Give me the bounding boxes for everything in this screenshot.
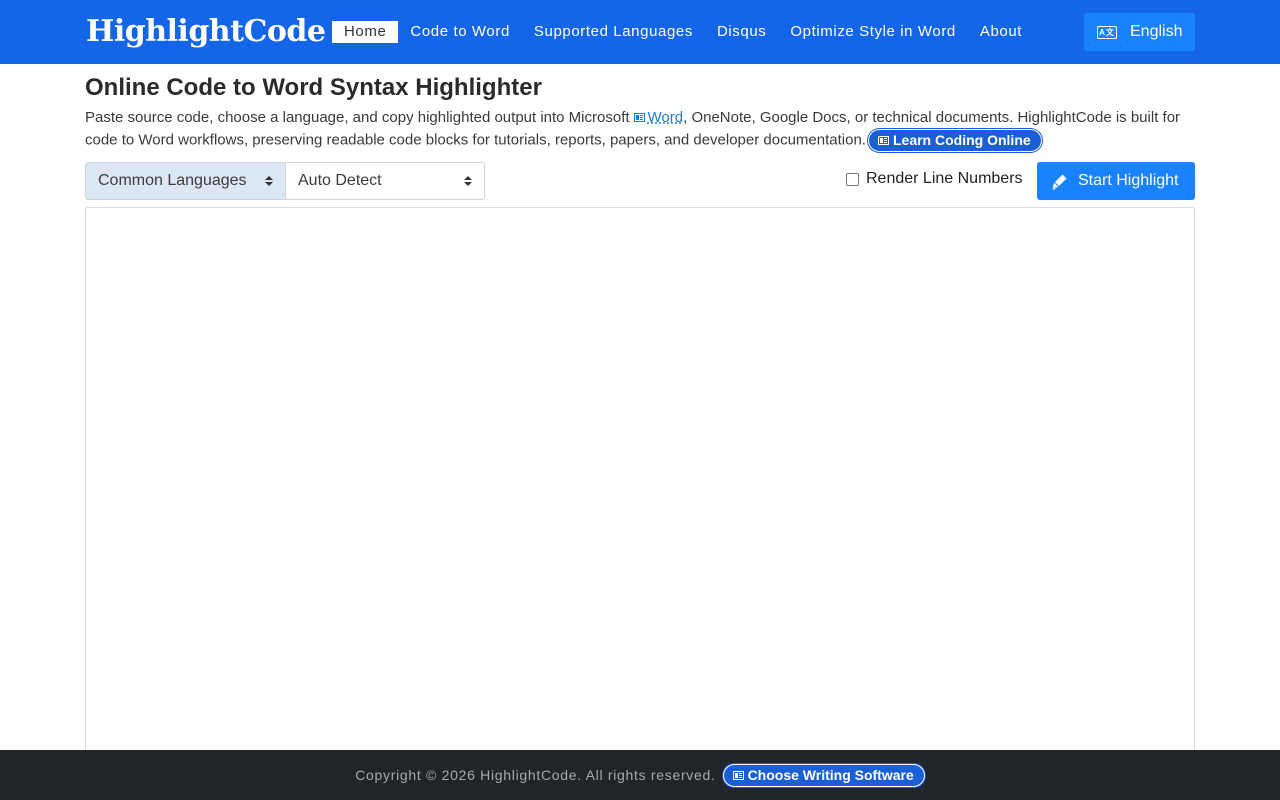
language-label: English bbox=[1130, 23, 1183, 40]
learn-coding-online-button[interactable]: Learn Coding Online bbox=[867, 129, 1042, 152]
highlighter-icon bbox=[1052, 174, 1067, 190]
nav-menu: Home Code to Word Supported Languages Di… bbox=[332, 21, 1046, 43]
intro-text-start: Paste source code, choose a language, an… bbox=[85, 109, 630, 126]
nav-item-supported-languages[interactable]: Supported Languages bbox=[534, 21, 693, 43]
nav-item-code-to-word[interactable]: Code to Word bbox=[410, 21, 509, 43]
code-editor[interactable] bbox=[85, 207, 1195, 767]
document-icon bbox=[633, 113, 645, 123]
start-highlight-label: Start Highlight bbox=[1078, 172, 1179, 189]
document-icon bbox=[877, 136, 889, 145]
translate-icon: A文 bbox=[1097, 25, 1117, 39]
nav-item-home[interactable]: Home bbox=[332, 21, 399, 43]
select-caret-icon bbox=[265, 176, 273, 187]
language-group-select[interactable]: Common Languages bbox=[85, 162, 286, 200]
language-value: Auto Detect bbox=[298, 172, 382, 189]
choose-software-label: Choose Writing Software bbox=[747, 766, 914, 783]
nav-item-disqus[interactable]: Disqus bbox=[717, 21, 766, 43]
page-footer: Copyright © 2026 HighlightCode. All righ… bbox=[0, 750, 1280, 800]
top-navbar: HighlightCode Home Code to Word Supporte… bbox=[0, 0, 1280, 64]
start-highlight-button[interactable]: Start Highlight bbox=[1037, 162, 1195, 200]
line-numbers-option[interactable]: Render Line Numbers bbox=[846, 170, 1023, 188]
line-numbers-label: Render Line Numbers bbox=[866, 170, 1023, 187]
brand-logo[interactable]: HighlightCode bbox=[86, 13, 326, 51]
nav-item-about[interactable]: About bbox=[980, 21, 1022, 43]
line-numbers-checkbox[interactable] bbox=[846, 172, 859, 186]
language-switcher-button[interactable]: A文 English bbox=[1084, 13, 1195, 51]
choose-writing-software-button[interactable]: Choose Writing Software bbox=[722, 763, 925, 787]
page-title: Online Code to Word Syntax Highlighter bbox=[85, 74, 542, 101]
word-link[interactable]: Word bbox=[648, 109, 684, 126]
select-caret-icon bbox=[464, 176, 472, 187]
copyright-text: Copyright © 2026 HighlightCode. All righ… bbox=[355, 767, 716, 783]
language-group-value: Common Languages bbox=[98, 172, 247, 189]
nav-item-optimize-style[interactable]: Optimize Style in Word bbox=[790, 21, 955, 43]
language-select[interactable]: Auto Detect bbox=[285, 162, 485, 200]
document-icon bbox=[732, 770, 744, 780]
intro-paragraph: Paste source code, choose a language, an… bbox=[85, 107, 1200, 152]
learn-coding-label: Learn Coding Online bbox=[892, 132, 1031, 148]
